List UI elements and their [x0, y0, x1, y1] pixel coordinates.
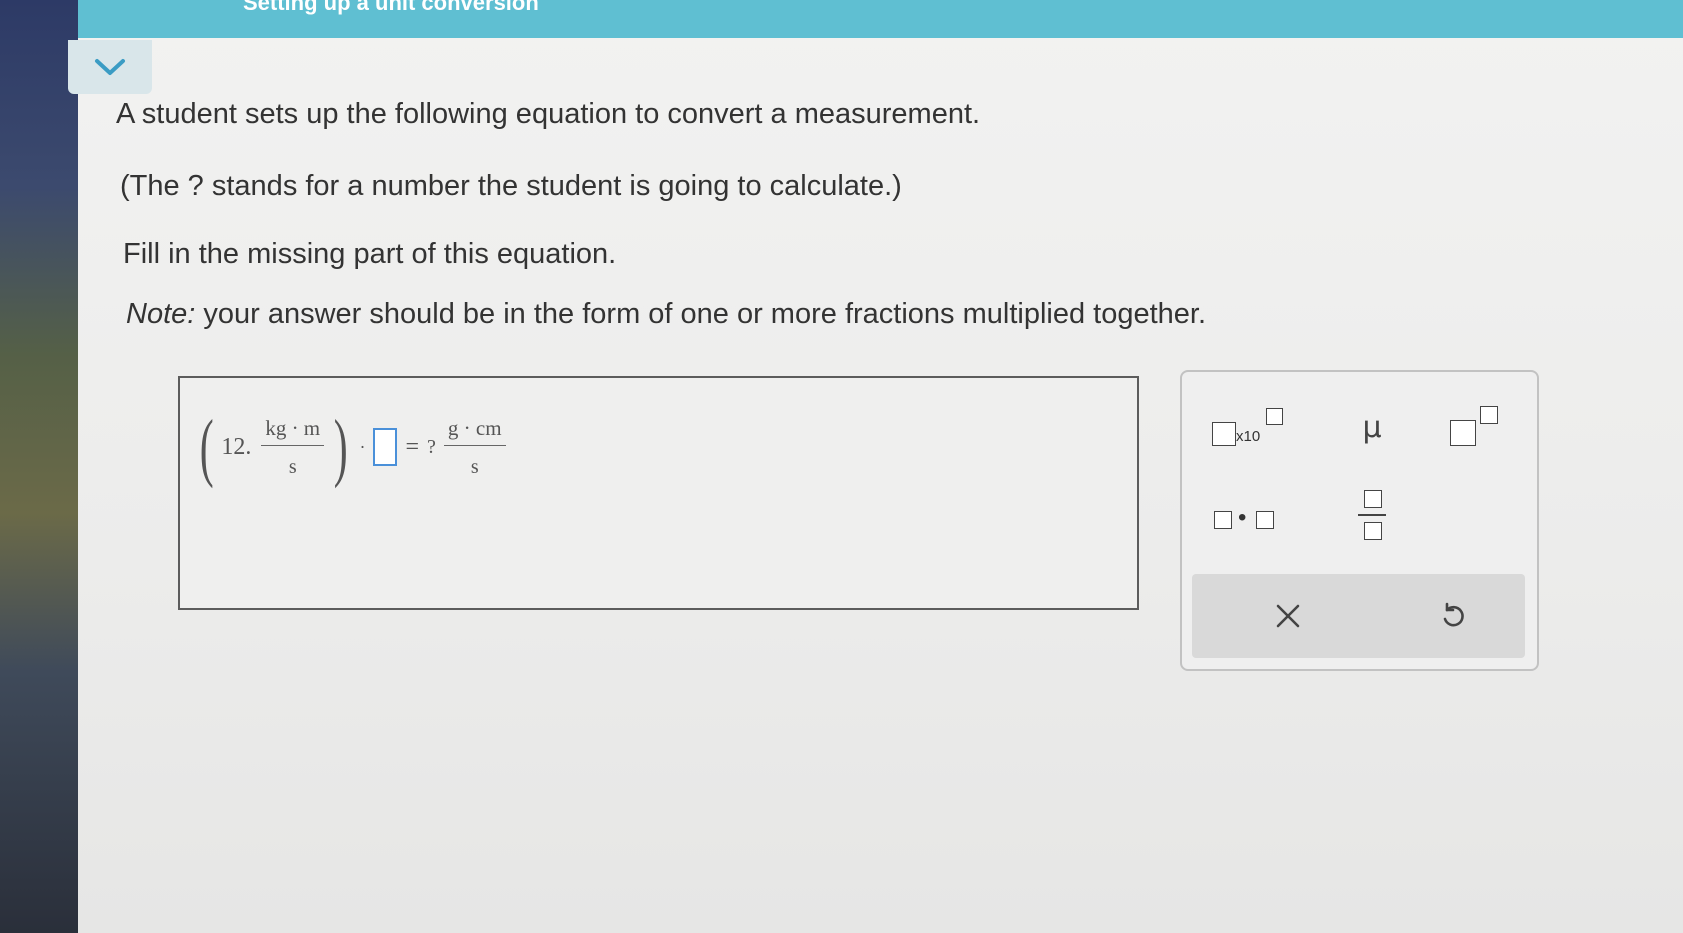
multiply-dot-label: •	[1238, 504, 1247, 531]
target-unit-fraction: g · cm s	[443, 416, 506, 479]
fraction-bar-icon	[1358, 514, 1386, 516]
math-palette: x10 μ •	[1180, 370, 1539, 671]
factor-box-icon	[1256, 511, 1274, 529]
palette-action-bar	[1192, 574, 1525, 658]
x10-label: x10	[1236, 428, 1261, 445]
base-box-icon	[1450, 420, 1476, 446]
base-box-icon	[1212, 422, 1236, 446]
superscript-button[interactable]	[1442, 402, 1512, 452]
target-unit-denominator: s	[470, 455, 479, 478]
right-parenthesis: )	[333, 405, 348, 489]
screen-bezel	[0, 0, 78, 933]
note-label: Note:	[126, 298, 196, 330]
close-icon	[1276, 604, 1300, 628]
undo-icon	[1443, 602, 1464, 627]
chevron-down-icon	[95, 59, 125, 75]
header-bar: Setting up a unit conversion	[78, 0, 1683, 38]
multiply-dot: ·	[359, 436, 366, 457]
collapse-button[interactable]	[68, 40, 152, 94]
equation-coefficient: 12.	[221, 433, 252, 460]
question-line-2: (The ? stands for a number the student i…	[120, 170, 902, 202]
header-title: Setting up a unit conversion	[243, 0, 539, 15]
question-line-3: Fill in the missing part of this equatio…	[123, 238, 617, 270]
note-text: your answer should be in the form of one…	[195, 298, 1207, 330]
left-parenthesis: (	[199, 405, 214, 489]
exponent-box-icon	[1480, 406, 1498, 424]
answer-slot[interactable]	[373, 428, 398, 466]
factor-box-icon	[1214, 511, 1232, 529]
given-unit-fraction: kg · m s	[261, 416, 325, 479]
equals-sign: =	[405, 433, 419, 460]
clear-button[interactable]	[1250, 590, 1326, 642]
multiply-button[interactable]: •	[1208, 500, 1288, 540]
fraction-button[interactable]	[1337, 484, 1407, 548]
unknown-value: ?	[427, 435, 436, 458]
equation: ( 12. kg · m s ) · = ? g · cm s	[194, 402, 510, 492]
target-unit-numerator: g · cm	[443, 416, 506, 446]
exponent-box-icon	[1266, 408, 1283, 425]
numerator-box-icon	[1364, 490, 1382, 508]
scientific-notation-button[interactable]: x10	[1208, 402, 1288, 452]
question-line-1: A student sets up the following equation…	[116, 98, 981, 130]
answer-input-area[interactable]: ( 12. kg · m s ) · = ? g · cm s	[178, 376, 1139, 610]
micro-symbol-button[interactable]: μ	[1337, 402, 1407, 452]
given-unit-denominator: s	[288, 455, 297, 478]
question-note: Note: your answer should be in the form …	[126, 298, 1206, 331]
undo-button[interactable]	[1415, 590, 1491, 642]
given-unit-numerator: kg · m	[261, 416, 325, 446]
denominator-box-icon	[1364, 522, 1382, 540]
